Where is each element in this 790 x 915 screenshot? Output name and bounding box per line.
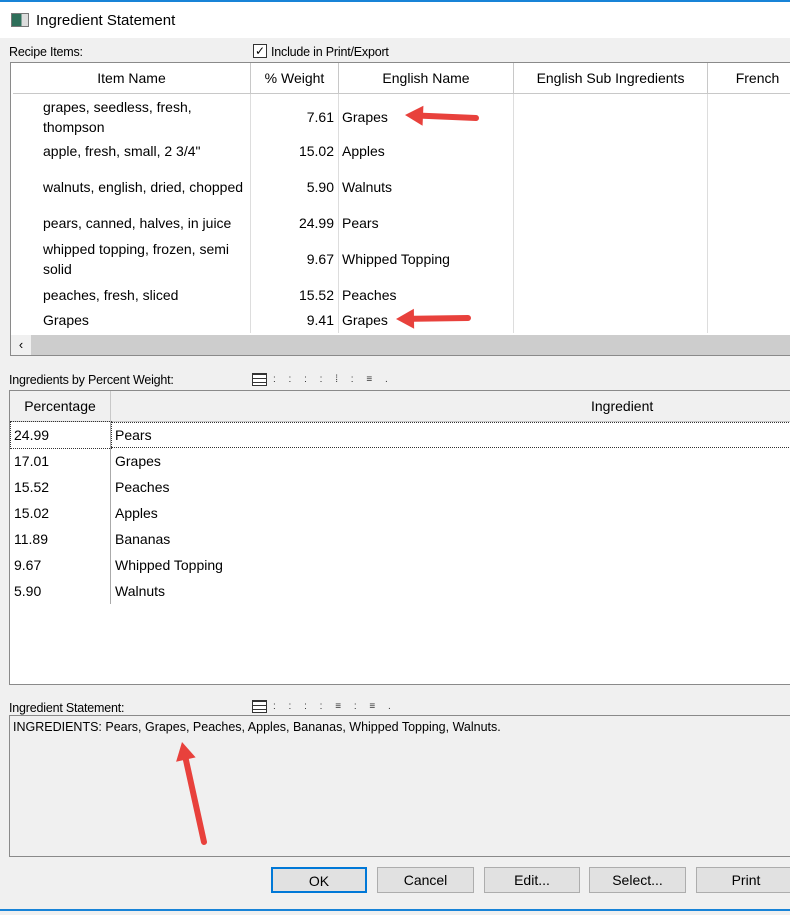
red-arrow-icon (405, 105, 479, 126)
red-arrow-icon (396, 308, 471, 329)
annotation-overlay (176, 105, 479, 845)
red-arrow-icon (176, 742, 207, 845)
